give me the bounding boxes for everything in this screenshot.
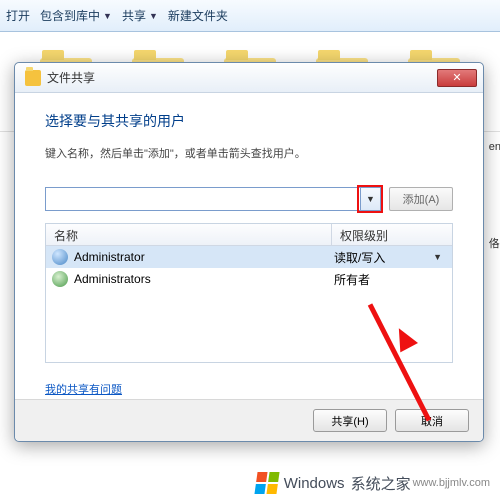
list-header: 名称 权限级别 — [46, 224, 452, 246]
add-button[interactable]: 添加(A) — [389, 187, 453, 211]
column-permission[interactable]: 权限级别 — [332, 224, 452, 245]
toolbar-open[interactable]: 打开 — [6, 7, 30, 24]
chevron-down-icon: ▼ — [149, 11, 158, 21]
watermark-site: 系统之家 — [351, 473, 411, 494]
sharing-help-link[interactable]: 我的共享有问题 — [45, 381, 122, 397]
list-row[interactable]: Administrators 所有者 — [46, 268, 452, 290]
combobox-dropdown-button[interactable]: ▼ — [360, 188, 380, 210]
dialog-subtext: 键入名称，然后单击"添加"，或者单击箭头查找用户。 — [45, 145, 453, 161]
column-name[interactable]: 名称 — [46, 224, 332, 245]
dialog-titlebar[interactable]: 文件共享 ✕ — [15, 63, 483, 93]
explorer-toolbar: 打开 包含到库中▼ 共享▼ 新建文件夹 — [0, 0, 500, 32]
watermark: Windows 系统之家 www.bjjmlv.com — [256, 472, 490, 494]
dialog-footer: 共享(H) 取消 — [15, 399, 483, 441]
clipped-labels: en 佫 — [488, 140, 500, 332]
dialog-heading: 选择要与其共享的用户 — [45, 111, 453, 131]
folder-share-icon — [25, 70, 41, 86]
file-sharing-dialog: 文件共享 ✕ 选择要与其共享的用户 键入名称，然后单击"添加"，或者单击箭头查找… — [14, 62, 484, 442]
cancel-button[interactable]: 取消 — [395, 409, 469, 432]
row-permission[interactable]: 所有者 — [334, 271, 446, 288]
row-permission[interactable]: 读取/写入 ▼ — [334, 249, 446, 266]
group-icon — [52, 271, 68, 287]
chevron-down-icon: ▼ — [366, 194, 375, 204]
row-username: Administrators — [74, 272, 334, 286]
list-row[interactable]: Administrator 读取/写入 ▼ — [46, 246, 452, 268]
close-button[interactable]: ✕ — [437, 69, 477, 87]
row-username: Administrator — [74, 250, 334, 264]
toolbar-include-library[interactable]: 包含到库中▼ — [40, 7, 112, 24]
user-combobox[interactable]: ▼ — [45, 187, 381, 211]
user-input[interactable] — [46, 188, 360, 210]
user-icon — [52, 249, 68, 265]
toolbar-share[interactable]: 共享▼ — [122, 7, 158, 24]
dialog-title: 文件共享 — [47, 69, 437, 86]
watermark-brand: Windows — [284, 475, 345, 492]
toolbar-new-folder[interactable]: 新建文件夹 — [168, 7, 228, 24]
watermark-url: www.bjjmlv.com — [413, 477, 490, 489]
share-users-list: 名称 权限级别 Administrator 读取/写入 ▼ Administra… — [45, 223, 453, 363]
chevron-down-icon: ▼ — [433, 252, 442, 262]
chevron-down-icon: ▼ — [103, 11, 112, 21]
windows-logo-icon — [254, 472, 279, 494]
share-button[interactable]: 共享(H) — [313, 409, 387, 432]
